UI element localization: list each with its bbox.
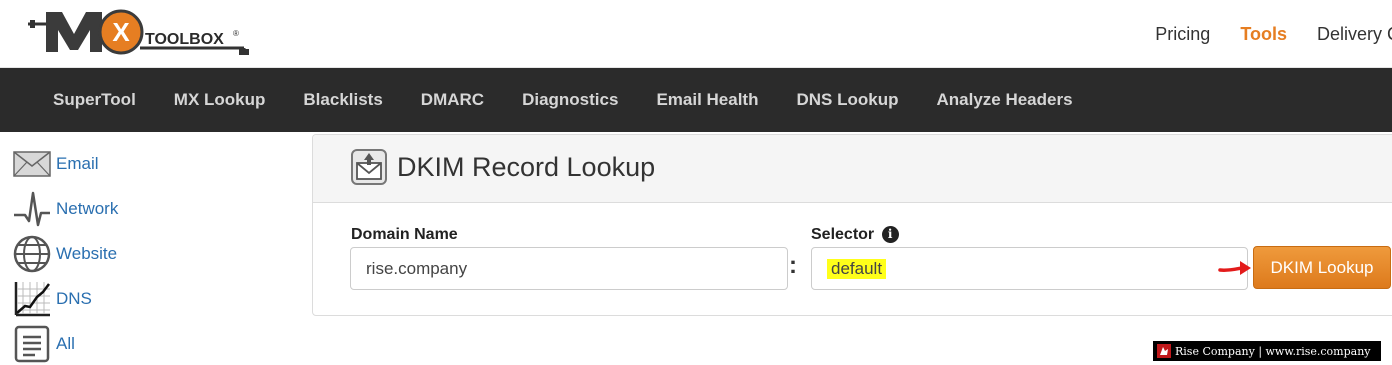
site-header: X TOOLBOX ® Pricing Tools Delivery C <box>0 0 1392 68</box>
globe-icon <box>12 235 52 273</box>
topnav-pricing-link[interactable]: Pricing <box>1155 24 1210 45</box>
sidebar-item-label: Website <box>56 244 118 263</box>
topnav-delivery-link[interactable]: Delivery C <box>1317 24 1392 45</box>
dkim-lookup-panel: DKIM Record Lookup Domain Name rise.comp… <box>312 134 1392 316</box>
dkim-lookup-button[interactable]: DKIM Lookup <box>1253 246 1391 289</box>
domain-name-value: rise.company <box>366 258 468 278</box>
red-arrow-icon <box>1218 261 1251 275</box>
selector-label-text: Selector <box>811 226 875 243</box>
sidebar-item-email[interactable]: Email <box>12 144 99 184</box>
sidebar-item-all[interactable]: All <box>12 324 75 364</box>
sidebar-item-website[interactable]: Website <box>12 234 117 274</box>
sidebar-item-label: Network <box>56 199 119 218</box>
page-title: DKIM Record Lookup <box>397 152 656 182</box>
top-nav: Pricing Tools Delivery C <box>1155 0 1392 68</box>
selector-input[interactable]: default <box>811 247 1248 290</box>
nav-mx-lookup[interactable]: MX Lookup <box>174 90 266 110</box>
selector-value: default <box>827 258 887 279</box>
sidebar-item-dns[interactable]: DNS <box>12 279 92 319</box>
svg-text:TOOLBOX: TOOLBOX <box>145 31 224 48</box>
watermark-text: Rise Company | www.rise.company <box>1175 344 1371 358</box>
envelope-icon <box>12 145 52 183</box>
topnav-tools-link[interactable]: Tools <box>1240 24 1287 45</box>
sidebar-item-network[interactable]: Network <box>12 189 118 229</box>
domain-name-label: Domain Name <box>351 226 458 243</box>
nav-supertool[interactable]: SuperTool <box>53 90 136 110</box>
panel-header: DKIM Record Lookup <box>313 135 1392 203</box>
nav-blacklists[interactable]: Blacklists <box>303 90 382 110</box>
pulse-icon <box>12 190 52 228</box>
mxtoolbox-logo[interactable]: X TOOLBOX ® <box>28 6 258 62</box>
nav-dns-lookup[interactable]: DNS Lookup <box>796 90 898 110</box>
nav-diagnostics[interactable]: Diagnostics <box>522 90 618 110</box>
nav-dmarc[interactable]: DMARC <box>421 90 484 110</box>
rise-logo-icon <box>1157 344 1171 358</box>
main-nav: SuperTool MX Lookup Blacklists DMARC Dia… <box>0 68 1392 132</box>
watermark: Rise Company | www.rise.company <box>1153 341 1381 361</box>
domain-name-input[interactable]: rise.company <box>350 247 788 290</box>
sidebar-item-label: Email <box>56 154 99 173</box>
selector-label: Selector i <box>811 226 899 244</box>
document-icon <box>12 325 52 363</box>
sidebar-item-label: All <box>56 334 75 353</box>
separator-colon: : <box>789 252 797 279</box>
svg-text:X: X <box>112 17 130 47</box>
envelope-key-icon <box>351 149 387 185</box>
chart-icon <box>12 280 52 318</box>
info-icon[interactable]: i <box>881 226 899 243</box>
svg-text:®: ® <box>233 29 239 38</box>
nav-analyze-headers[interactable]: Analyze Headers <box>936 90 1072 110</box>
sidebar-item-label: DNS <box>56 289 92 308</box>
nav-email-health[interactable]: Email Health <box>656 90 758 110</box>
